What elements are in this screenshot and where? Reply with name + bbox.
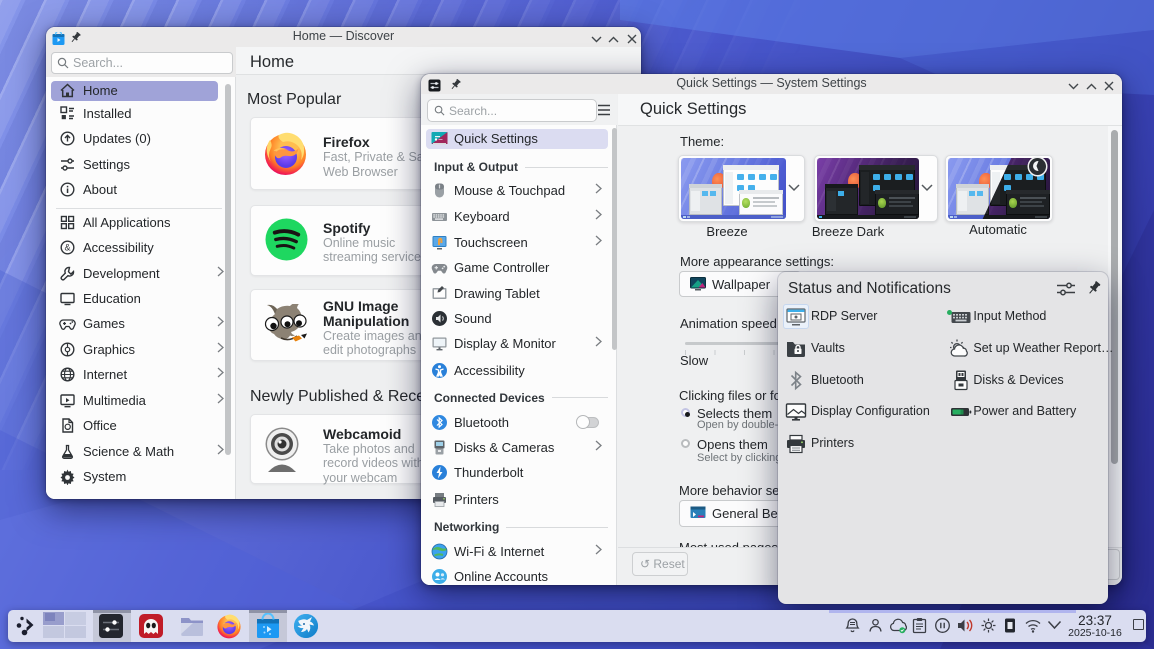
svg-text:&: & (64, 243, 70, 253)
